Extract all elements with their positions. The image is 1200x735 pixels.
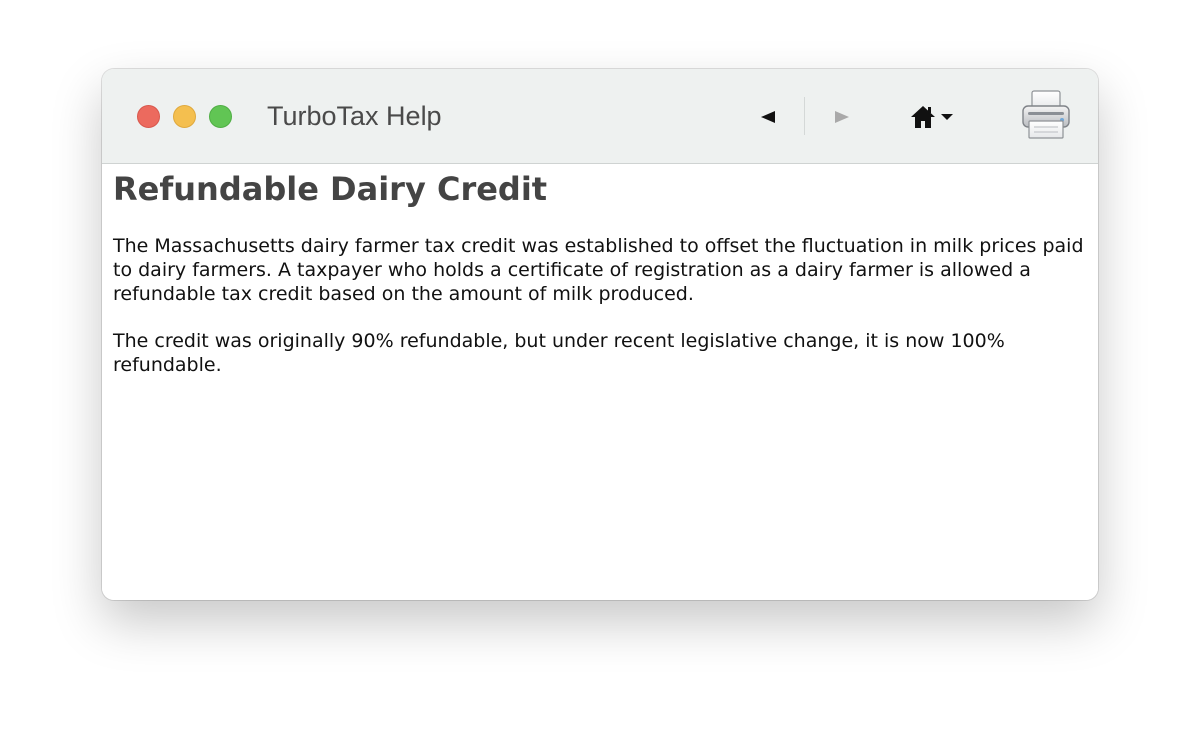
home-menu-button[interactable] [910, 103, 966, 131]
close-window-button[interactable] [137, 105, 160, 128]
article-paragraph: The Massachusetts dairy farmer tax credi… [113, 235, 1084, 305]
forward-button[interactable] [827, 103, 857, 131]
chevron-down-icon [941, 114, 953, 120]
article-paragraph: The credit was originally 90% refundable… [113, 330, 1005, 376]
printer-icon [1022, 90, 1070, 139]
title-bar[interactable]: TurboTax Help [102, 69, 1098, 164]
zoom-window-button[interactable] [209, 105, 232, 128]
back-button[interactable] [753, 103, 783, 131]
forward-arrow-icon [835, 111, 849, 123]
help-content: Refundable Dairy Credit The Massachusett… [102, 164, 1098, 600]
toolbar-divider [804, 97, 805, 135]
help-window: TurboTax Help Refundable Dairy Credit Th… [102, 69, 1098, 600]
back-arrow-icon [761, 111, 775, 123]
minimize-window-button[interactable] [173, 105, 196, 128]
desktop-background: TurboTax Help Refundable Dairy Credit Th… [0, 0, 1200, 735]
print-button[interactable] [1017, 89, 1075, 143]
window-title: TurboTax Help [267, 101, 442, 131]
home-icon [911, 106, 935, 128]
article-heading: Refundable Dairy Credit [113, 170, 548, 208]
